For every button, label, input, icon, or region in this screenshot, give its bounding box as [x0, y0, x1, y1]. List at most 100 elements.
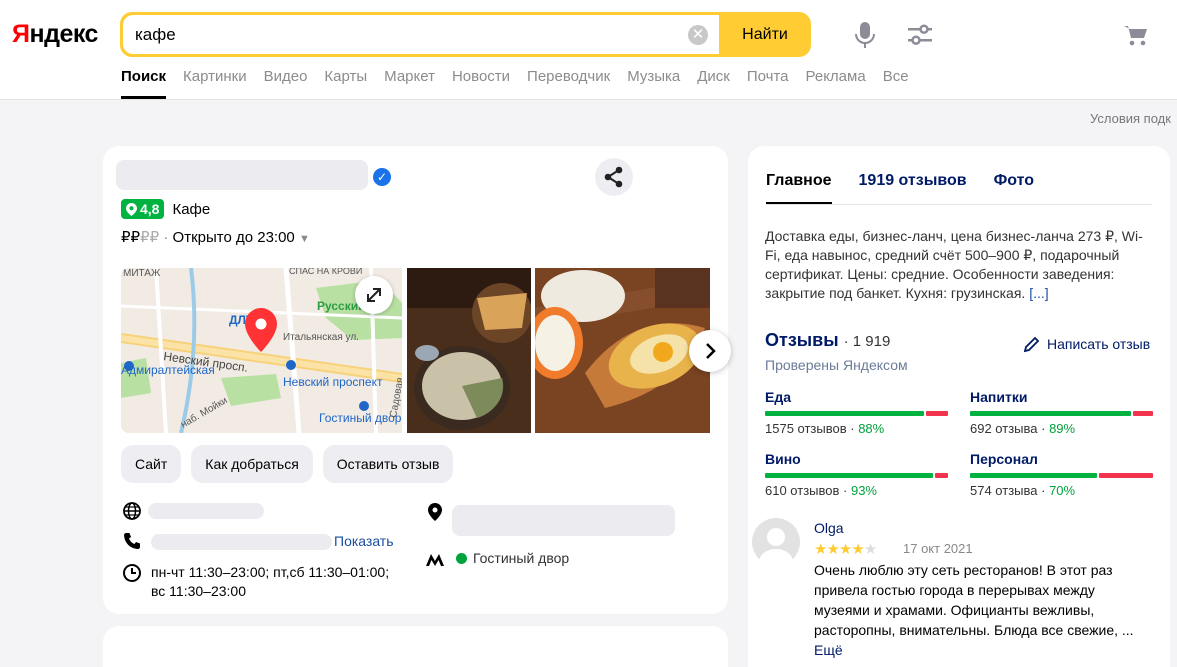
- microphone-icon[interactable]: [853, 20, 877, 50]
- nav-tab-translator[interactable]: Переводчик: [527, 68, 610, 85]
- user-silhouette-icon: [759, 528, 793, 566]
- aspect-count: 574 отзыва: [970, 483, 1038, 498]
- aspect-percent: 89%: [1049, 421, 1076, 436]
- nav-tab-search[interactable]: Поиск: [121, 68, 167, 99]
- review-author[interactable]: Olga: [814, 520, 844, 536]
- review-text: Очень люблю эту сеть ресторанов! В этот …: [814, 560, 1144, 660]
- nav-tab-news[interactable]: Новости: [452, 68, 510, 85]
- leave-review-button[interactable]: Оставить отзыв: [322, 445, 454, 483]
- aspect-percent: 88%: [858, 421, 885, 436]
- hours-status[interactable]: Открыто до 23:00: [173, 229, 295, 246]
- aspect-bar: [970, 411, 1153, 416]
- aspect-staff[interactable]: Персонал 574 отзыва · 70%: [970, 451, 1153, 498]
- show-phone-link[interactable]: Показать: [334, 533, 394, 549]
- metro-line-dot: [456, 553, 467, 564]
- address-pin-icon: [428, 503, 442, 521]
- search-input[interactable]: [123, 15, 719, 54]
- nav-tab-disk[interactable]: Диск: [697, 68, 730, 85]
- gallery: МИТАЖ СПАС НА КРОВИ Русский ДЛТ Итальянс…: [121, 268, 710, 433]
- tab-main[interactable]: Главное: [766, 172, 832, 205]
- nav-tab-mail[interactable]: Почта: [747, 68, 789, 85]
- avatar[interactable]: [752, 518, 800, 566]
- aspect-percent: 93%: [850, 483, 877, 498]
- aspect-drinks[interactable]: Напитки 692 отзыва · 89%: [970, 389, 1153, 436]
- aspect-name: Персонал: [970, 451, 1038, 467]
- website-placeholder: [148, 503, 264, 519]
- share-icon: [604, 166, 623, 188]
- website-button[interactable]: Сайт: [121, 445, 182, 483]
- verified-by-yandex: Проверены Яндексом: [765, 357, 908, 373]
- filters-icon[interactable]: [906, 22, 934, 48]
- phone-placeholder: [151, 534, 332, 550]
- star-icon: ★: [863, 541, 877, 558]
- location-pin-icon: [126, 202, 137, 216]
- write-review-button[interactable]: Написать отзыв: [1023, 335, 1150, 353]
- expand-map-button[interactable]: [355, 276, 393, 314]
- map-thumbnail[interactable]: МИТАЖ СПАС НА КРОВИ Русский ДЛТ Итальянс…: [121, 268, 402, 433]
- nav-tab-all[interactable]: Все: [883, 68, 909, 85]
- tab-photos[interactable]: Фото: [994, 172, 1034, 190]
- directions-button[interactable]: Как добраться: [191, 445, 313, 483]
- aspect-count: 1575 отзывов: [765, 421, 847, 436]
- reviews-heading[interactable]: Отзывы · 1 919: [765, 330, 890, 351]
- yandex-logo[interactable]: Яндекс: [12, 20, 98, 49]
- search-button[interactable]: Найти: [719, 12, 811, 57]
- map-label-1: МИТАЖ: [123, 268, 161, 279]
- price-level-off: ₽₽: [140, 229, 160, 246]
- review-more-link[interactable]: Ещё: [814, 642, 843, 658]
- nav-tab-market[interactable]: Маркет: [384, 68, 435, 85]
- gallery-next-button[interactable]: [689, 330, 731, 372]
- nav-tab-music[interactable]: Музыка: [627, 68, 680, 85]
- reviews-title: Отзывы: [765, 330, 839, 350]
- rating-badge[interactable]: 4,8: [121, 199, 165, 219]
- aspect-name: Еда: [765, 389, 792, 405]
- aspect-bar: [765, 411, 948, 416]
- globe-icon: [123, 502, 141, 520]
- price-level-on: ₽₽: [121, 229, 141, 246]
- business-name-placeholder: [116, 160, 368, 190]
- aspect-food[interactable]: Еда 1575 отзывов · 88%: [765, 389, 948, 436]
- search-nav: Поиск Картинки Видео Карты Маркет Новост…: [121, 68, 909, 99]
- stat-separator: ·: [1037, 483, 1050, 498]
- food-photo-1[interactable]: [407, 268, 531, 433]
- caret-down-icon[interactable]: ▼: [299, 233, 310, 245]
- cart-icon[interactable]: [1122, 22, 1150, 48]
- reviews-count: · 1 919: [843, 333, 891, 350]
- nav-tab-maps[interactable]: Карты: [324, 68, 367, 85]
- price-hours-row: ₽₽₽₽ · Открыто до 23:00 ▼: [121, 228, 310, 246]
- review-stars: ★★★★★: [814, 540, 877, 558]
- aspect-count: 610 отзывов: [765, 483, 840, 498]
- metro-station[interactable]: Гостиный двор: [473, 550, 569, 566]
- stat-separator: ·: [839, 483, 851, 498]
- details-card: Главное 1919 отзывов Фото Доставка еды, …: [748, 146, 1170, 667]
- nav-tab-images[interactable]: Картинки: [183, 68, 247, 85]
- review-date: 17 окт 2021: [903, 541, 973, 556]
- details-tabs: Главное 1919 отзывов Фото: [766, 172, 1034, 205]
- aspect-count: 692 отзыва: [970, 421, 1038, 436]
- conditions-link[interactable]: Условия подк: [1090, 111, 1177, 126]
- address-placeholder: [452, 505, 675, 536]
- map-label-5: Итальянская ул.: [283, 332, 359, 343]
- aspect-name: Вино: [765, 451, 801, 467]
- aspect-wine[interactable]: Вино 610 отзывов · 93%: [765, 451, 948, 498]
- clear-icon[interactable]: ✕: [688, 25, 708, 45]
- description-text: Доставка еды, бизнес-ланч, цена бизнес-л…: [765, 228, 1143, 301]
- nav-tab-video[interactable]: Видео: [264, 68, 308, 85]
- stat-separator: ·: [846, 421, 859, 436]
- description-more-link[interactable]: [...]: [1029, 285, 1048, 301]
- clock-icon: [123, 564, 141, 582]
- aspect-percent: 70%: [1049, 483, 1076, 498]
- star-icon: ★: [814, 541, 827, 558]
- rating-value: 4,8: [140, 201, 160, 217]
- star-icon: ★: [826, 541, 839, 558]
- nav-tab-ads[interactable]: Реклама: [806, 68, 866, 85]
- food-photo-2[interactable]: [535, 268, 710, 433]
- rating-row: 4,8 Кафе: [121, 199, 210, 219]
- tab-reviews[interactable]: 1919 отзывов: [859, 172, 967, 190]
- action-buttons: Сайт Как добраться Оставить отзыв: [121, 445, 454, 483]
- business-category: Кафе: [172, 200, 211, 218]
- share-button[interactable]: [595, 158, 633, 196]
- metro-icon: [426, 554, 444, 566]
- review-body: Очень люблю эту сеть ресторанов! В этот …: [814, 562, 1134, 638]
- aspect-name: Напитки: [970, 389, 1028, 405]
